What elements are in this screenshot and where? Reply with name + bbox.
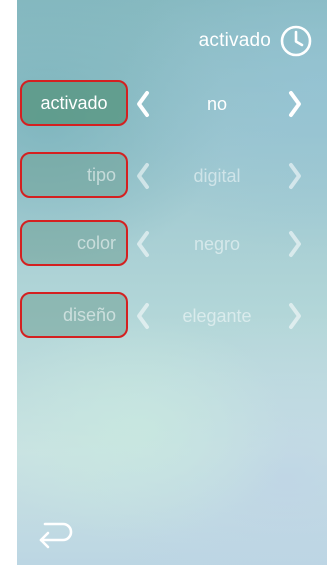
header: activado (199, 24, 313, 58)
setting-value-activado: no (206, 94, 228, 114)
back-arrow-icon[interactable] (35, 516, 75, 552)
setting-row-diseno: diseño elegante (17, 292, 327, 340)
setting-label-tipo: tipo (20, 152, 128, 198)
setting-row-activado: activado no (17, 80, 327, 128)
clock-icon[interactable] (279, 24, 313, 58)
settings-screen: activado activado no tipo digital color (17, 0, 327, 565)
chevron-right-icon[interactable] (287, 162, 303, 190)
chevron-left-icon[interactable] (135, 302, 151, 330)
setting-row-tipo: tipo digital (17, 152, 327, 200)
header-status-label: activado (198, 30, 271, 51)
setting-label-activado: activado (20, 80, 128, 126)
setting-value-tipo: digital (193, 166, 241, 186)
chevron-left-icon[interactable] (135, 162, 151, 190)
chevron-right-icon[interactable] (287, 90, 303, 118)
chevron-left-icon[interactable] (135, 90, 151, 118)
chevron-left-icon[interactable] (135, 230, 151, 258)
chevron-right-icon[interactable] (287, 230, 303, 258)
setting-row-color: color negro (17, 220, 327, 268)
chevron-right-icon[interactable] (287, 302, 303, 330)
setting-label-color: color (20, 220, 128, 266)
setting-value-color: negro (193, 234, 241, 254)
setting-label-diseno: diseño (20, 292, 128, 338)
setting-value-diseno: elegante (182, 306, 252, 326)
